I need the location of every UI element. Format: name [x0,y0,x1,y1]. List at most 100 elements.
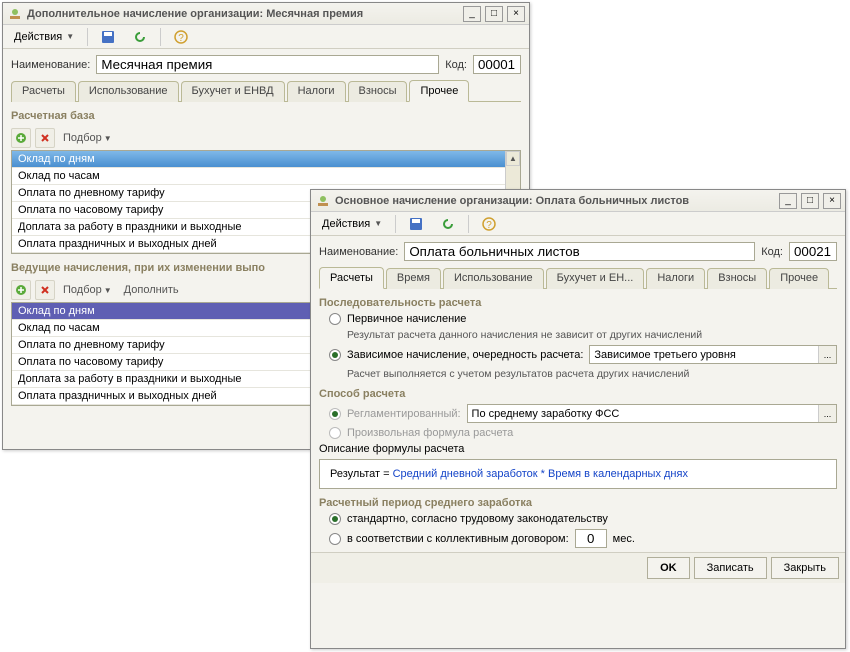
radio-collective-period-label: в соответствии с коллективным договором: [347,533,569,545]
group-header-base: Расчетная база [11,110,521,122]
app-icon [315,193,331,209]
tab-1[interactable]: Время [386,268,441,289]
radio-collective-period[interactable] [329,533,341,545]
ellipsis-button[interactable]: ... [818,346,836,363]
radio-standard-period[interactable] [329,513,341,525]
actions-label: Действия [14,31,62,43]
tab-3[interactable]: Налоги [287,81,346,102]
group-header-sequence: Последовательность расчета [319,297,837,309]
tab-4[interactable]: Налоги [646,268,705,289]
code-input[interactable] [473,55,521,74]
formula-prefix: Результат = [330,468,393,480]
dependent-level-select[interactable]: Зависимое третьего уровня ... [589,345,837,364]
regulated-method-select[interactable]: По среднему заработку ФСС ... [467,404,837,423]
group-header-period: Расчетный период среднего заработка [319,497,837,509]
tabs: РасчетыВремяИспользованиеБухучет и ЕН...… [319,267,837,289]
separator [468,215,469,233]
hint-dependent: Расчет выполняется с учетом результатов … [347,368,837,380]
list-item[interactable]: Оклад по часам [12,168,520,185]
pick-button[interactable]: Подбор▼ [59,284,116,296]
pick-button[interactable]: Подбор▼ [59,132,116,144]
tab-0[interactable]: Расчеты [319,267,384,289]
tab-4[interactable]: Взносы [348,81,408,102]
close-button[interactable]: × [507,6,525,22]
ok-button[interactable]: OK [647,557,690,579]
chevron-down-icon: ▼ [104,286,112,295]
radio-dependent-label: Зависимое начисление, очередность расчет… [347,349,583,361]
close-button[interactable]: Закрыть [771,557,839,579]
radio-regulated [329,408,341,420]
window-sick-leave: Основное начисление организации: Оплата … [310,189,846,649]
code-input[interactable] [789,242,837,261]
scroll-up-icon[interactable]: ▲ [506,151,520,166]
window-title: Основное начисление организации: Оплата … [335,195,779,207]
name-input[interactable] [96,55,439,74]
name-label: Наименование: [11,59,90,71]
name-label: Наименование: [319,246,398,258]
tab-0[interactable]: Расчеты [11,81,76,102]
period-unit-label: мес. [613,533,635,545]
code-label: Код: [445,59,467,71]
period-months-input[interactable] [575,529,607,548]
hint-primary: Результат расчета данного начисления не … [347,329,837,341]
minimize-button[interactable]: _ [463,6,481,22]
radio-dependent[interactable] [329,349,341,361]
tab-3[interactable]: Бухучет и ЕН... [546,268,645,289]
list-item[interactable]: Оклад по дням [12,151,520,168]
tab-5[interactable]: Взносы [707,268,767,289]
tabs: РасчетыИспользованиеБухучет и ЕНВДНалоги… [11,80,521,102]
formula-expression: Средний дневной заработок * Время в кале… [393,468,688,480]
titlebar[interactable]: Основное начисление организации: Оплата … [311,190,845,212]
toolbar: Действия▼ ? [311,212,845,236]
list-toolbar: Подбор▼ [11,126,521,150]
svg-text:?: ? [486,220,492,231]
tab-5[interactable]: Прочее [409,80,469,102]
app-icon [7,6,23,22]
svg-text:?: ? [178,33,184,44]
chevron-down-icon: ▼ [374,219,382,228]
refresh-icon-button[interactable] [126,27,154,47]
bottom-bar: OK Записать Закрыть [311,552,845,583]
close-button[interactable]: × [823,193,841,209]
minimize-button[interactable]: _ [779,193,797,209]
save-button[interactable]: Записать [694,557,767,579]
radio-primary[interactable] [329,313,341,325]
name-input[interactable] [404,242,755,261]
separator [87,28,88,46]
delete-icon-button[interactable] [35,128,55,148]
actions-menu[interactable]: Действия▼ [315,214,389,234]
add-icon-button[interactable] [11,128,31,148]
actions-menu[interactable]: Действия▼ [7,27,81,47]
tab-2[interactable]: Использование [443,268,544,289]
radio-regulated-label: Регламентированный: [347,408,461,420]
chevron-down-icon: ▼ [104,134,112,143]
radio-standard-period-label: стандартно, согласно трудовому законодат… [347,513,608,525]
radio-freeform-label: Произвольная формула расчета [347,427,513,439]
group-header-method: Способ расчета [319,388,837,400]
refresh-icon-button[interactable] [434,214,462,234]
additional-button[interactable]: Дополнить [120,284,183,296]
add-icon-button[interactable] [11,280,31,300]
separator [395,215,396,233]
tab-2[interactable]: Бухучет и ЕНВД [181,81,285,102]
formula-label: Описание формулы расчета [319,443,837,455]
radio-freeform [329,427,341,439]
save-icon-button[interactable] [94,27,122,47]
dependent-level-value: Зависимое третьего уровня [590,348,818,362]
tab-1[interactable]: Использование [78,81,179,102]
help-icon-button[interactable]: ? [475,214,503,234]
save-icon-button[interactable] [402,214,430,234]
help-icon-button[interactable]: ? [167,27,195,47]
delete-icon-button[interactable] [35,280,55,300]
ellipsis-button[interactable]: ... [818,405,836,422]
radio-primary-label: Первичное начисление [347,313,466,325]
titlebar[interactable]: Дополнительное начисление организации: М… [3,3,529,25]
maximize-button[interactable]: □ [485,6,503,22]
toolbar: Действия▼ ? [3,25,529,49]
window-title: Дополнительное начисление организации: М… [27,8,463,20]
formula-box: Результат = Средний дневной заработок * … [319,459,837,489]
maximize-button[interactable]: □ [801,193,819,209]
separator [160,28,161,46]
tab-6[interactable]: Прочее [769,268,829,289]
code-label: Код: [761,246,783,258]
